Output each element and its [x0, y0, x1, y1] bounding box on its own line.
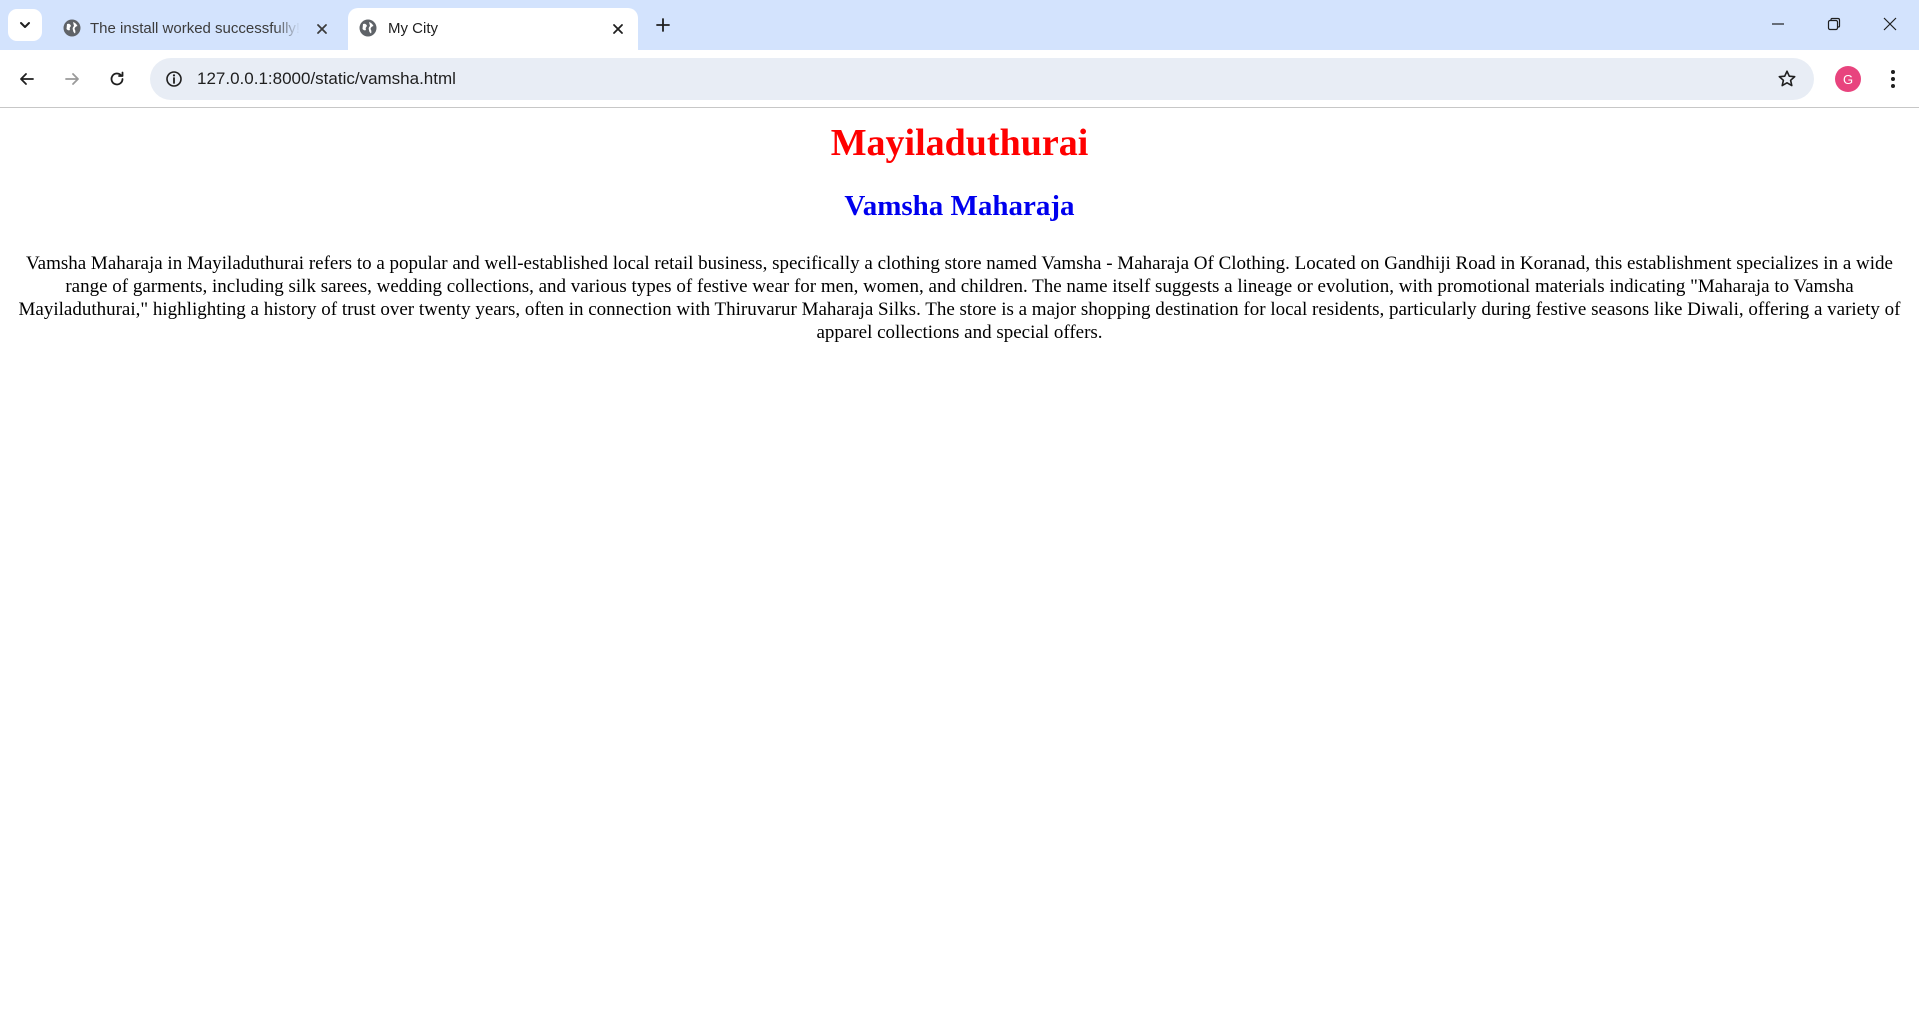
page-description: Vamsha Maharaja in Mayiladuthurai refers… [18, 253, 1901, 343]
tab-my-city[interactable]: My City [348, 8, 638, 50]
address-bar[interactable]: 127.0.0.1:8000/static/vamsha.html [150, 58, 1814, 100]
site-info-button[interactable] [160, 65, 188, 93]
kebab-menu-icon [1891, 70, 1895, 88]
minimize-icon [1772, 23, 1784, 25]
restore-button[interactable] [1806, 0, 1862, 48]
tab-install-worked[interactable]: The install worked successfully! Congrat… [50, 8, 342, 50]
tab-close-button[interactable] [312, 19, 332, 39]
tab-search-button[interactable] [8, 9, 42, 41]
star-icon [1778, 70, 1796, 87]
reload-icon [110, 71, 124, 86]
close-icon [1883, 17, 1897, 31]
new-tab-button[interactable] [650, 12, 676, 38]
tab-title: My City [388, 20, 438, 37]
browser-menu-button[interactable] [1880, 66, 1906, 92]
back-button[interactable] [9, 61, 45, 97]
arrow-right-icon [65, 73, 79, 85]
reload-button[interactable] [99, 61, 135, 97]
forward-button[interactable] [54, 61, 90, 97]
page-subtitle: Vamsha Maharaja [844, 190, 1075, 222]
tab-title: The install worked successfully! Congrat… [90, 20, 300, 37]
globe-icon [63, 19, 81, 37]
restore-icon [1827, 17, 1841, 31]
globe-icon [359, 19, 377, 37]
browser-toolbar: 127.0.0.1:8000/static/vamsha.html G [0, 50, 1919, 108]
close-icon [317, 24, 327, 34]
chevron-down-icon [20, 22, 30, 28]
page-title: Mayiladuthurai [830, 122, 1089, 164]
info-icon [166, 71, 182, 87]
tab-strip: The install worked successfully! Congrat… [0, 0, 1919, 50]
close-window-button[interactable] [1862, 0, 1918, 48]
minimize-button[interactable] [1750, 0, 1806, 48]
plus-icon [656, 18, 670, 32]
profile-avatar[interactable]: G [1835, 66, 1861, 92]
bookmark-button[interactable] [1774, 66, 1800, 92]
tab-close-button[interactable] [608, 19, 628, 39]
close-icon [613, 24, 623, 34]
url-text[interactable]: 127.0.0.1:8000/static/vamsha.html [197, 69, 456, 89]
arrow-left-icon [20, 73, 34, 85]
page-content: Mayiladuthurai Vamsha Maharaja Vamsha Ma… [0, 109, 1919, 1014]
